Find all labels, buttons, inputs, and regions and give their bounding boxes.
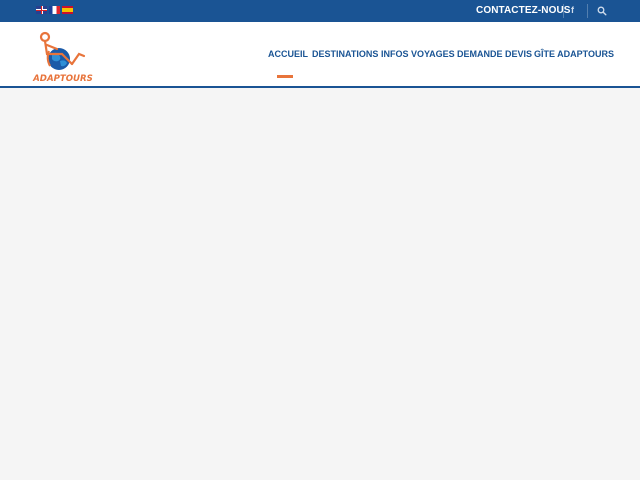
- french-flag-icon[interactable]: [49, 6, 60, 14]
- svg-text:ADAPTOURS: ADAPTOURS: [32, 74, 93, 84]
- facebook-icon[interactable]: f: [571, 5, 574, 15]
- nav-item-infos-voyages[interactable]: INFOS VOYAGES: [381, 49, 455, 59]
- search-icon[interactable]: [597, 6, 607, 16]
- page-content-area: [0, 88, 640, 480]
- nav-item-demande-devis[interactable]: DEMANDE DEVIS: [457, 49, 532, 59]
- english-flag-icon[interactable]: [36, 6, 47, 14]
- nav-item-gite-adaptours[interactable]: GÎTE ADAPTOURS: [534, 49, 614, 59]
- top-bar: CONTACTEZ-NOUS f: [0, 0, 640, 22]
- site-header: ADAPTOURS ACCUEIL DESTINATIONS INFOS VOY…: [0, 22, 640, 88]
- topbar-divider: [587, 4, 588, 18]
- language-selector: [36, 6, 73, 14]
- spanish-flag-icon[interactable]: [62, 6, 73, 14]
- nav-item-accueil[interactable]: ACCUEIL: [268, 49, 308, 59]
- topbar-divider: [563, 4, 564, 18]
- active-nav-indicator: [277, 75, 293, 78]
- contact-link[interactable]: CONTACTEZ-NOUS: [476, 5, 571, 16]
- nav-item-destinations[interactable]: DESTINATIONS: [312, 49, 378, 59]
- main-navigation: ACCUEIL DESTINATIONS INFOS VOYAGES DEMAN…: [0, 49, 640, 63]
